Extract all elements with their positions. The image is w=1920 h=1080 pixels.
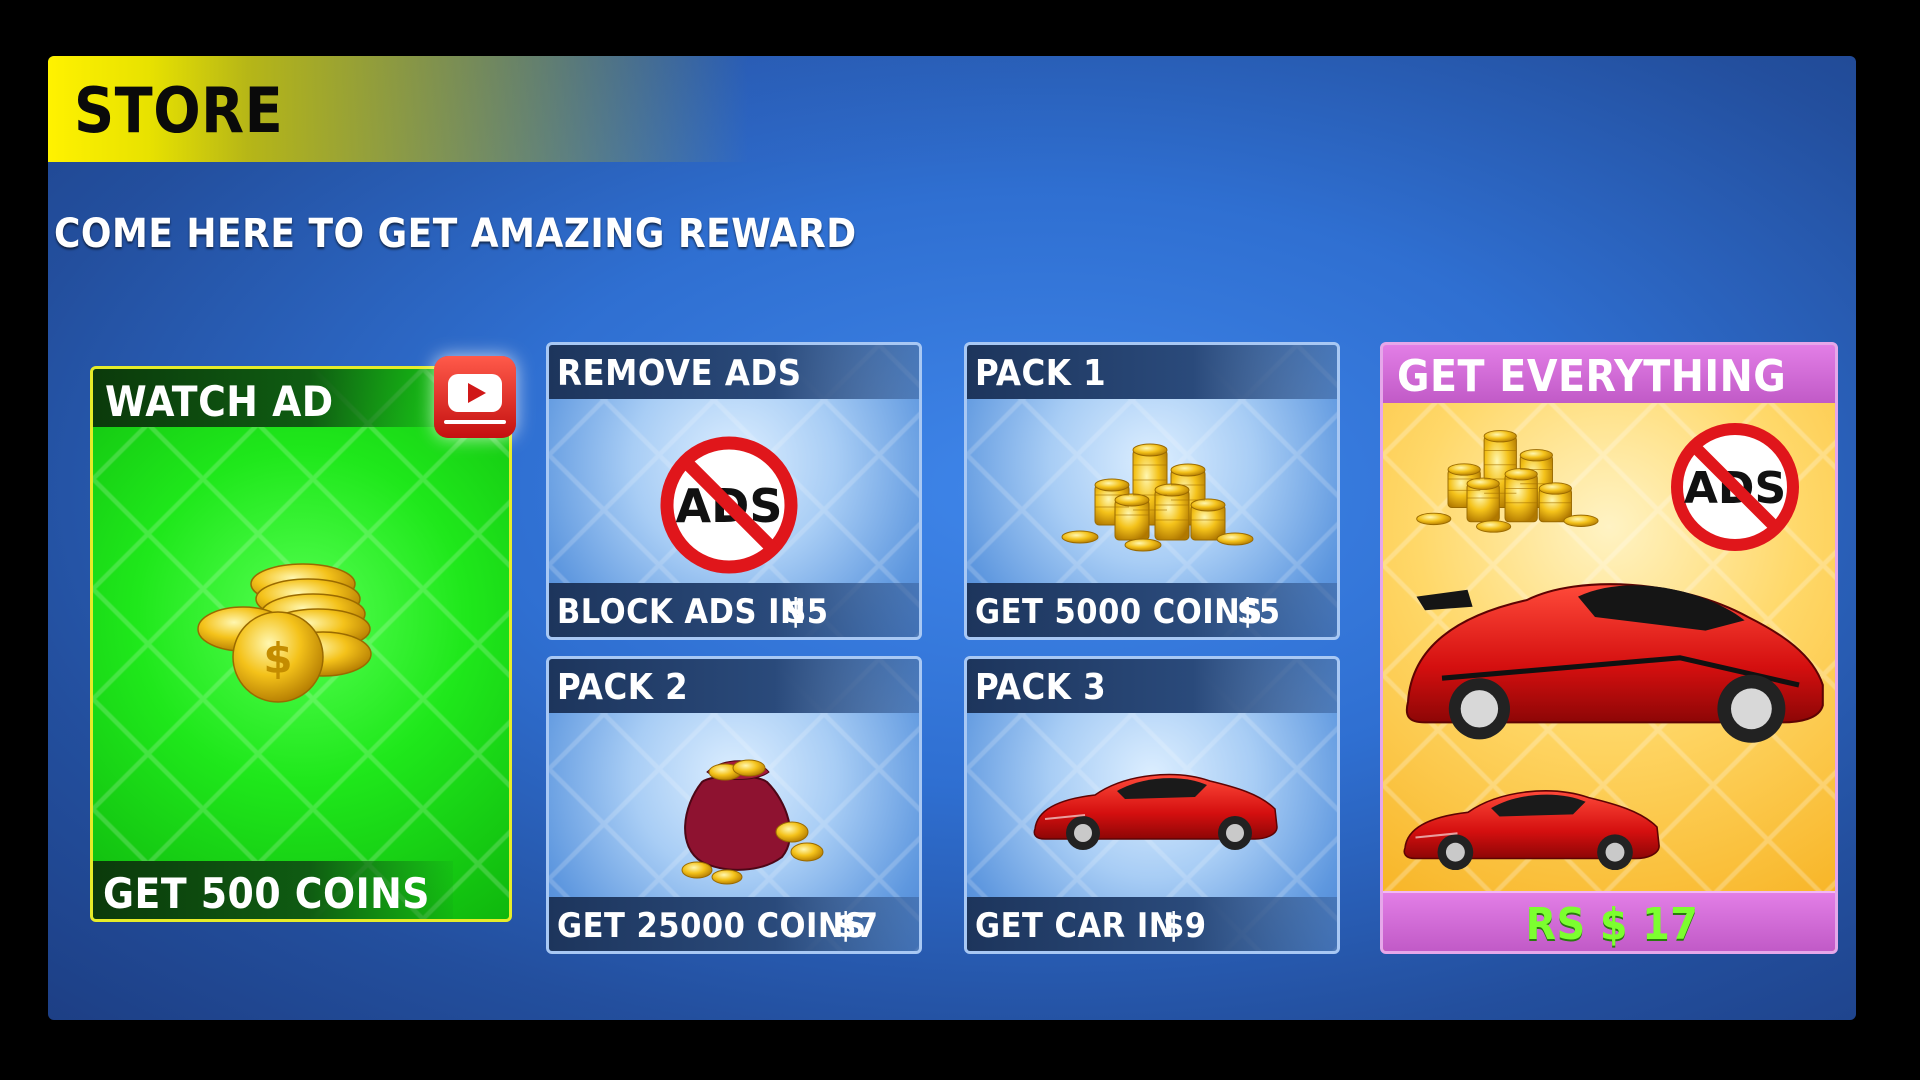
page-title: STORE — [74, 74, 284, 147]
everything-title: GET EVERYTHING — [1397, 351, 1787, 402]
pack2-card[interactable]: PACK 2 GET 25000 COINS $7 — [546, 656, 922, 954]
pack2-footer: GET 25000 COINS $7 — [549, 897, 919, 951]
pack1-title: PACK 1 — [975, 353, 1107, 394]
pack3-footer: GET CAR IN $9 — [967, 897, 1337, 951]
red-car-icon — [1033, 773, 1278, 851]
remove-ads-footer: BLOCK ADS IN $5 — [549, 583, 919, 637]
everything-header: GET EVERYTHING — [1383, 345, 1835, 403]
youtube-play-icon[interactable] — [434, 356, 516, 438]
pack1-label: GET 5000 COINS — [975, 592, 1263, 632]
watch-ad-title: WATCH AD — [105, 377, 334, 426]
watch-ad-header: WATCH AD — [93, 369, 453, 427]
remove-ads-card[interactable]: REMOVE ADS ADS BLOCK ADS IN $5 — [546, 342, 922, 640]
store-panel: STORE COME HERE TO GET AMAZING REWARD WA… — [48, 56, 1856, 1020]
pack3-price: $9 — [1163, 906, 1207, 946]
coin-bag-icon — [681, 759, 824, 885]
watch-ad-card[interactable]: WATCH AD $ GET 500 COINS — [90, 366, 512, 922]
get-everything-card[interactable]: GET EVERYTHING ADS RS — [1380, 342, 1838, 954]
remove-ads-title: REMOVE ADS — [557, 353, 802, 394]
pack2-title: PACK 2 — [557, 667, 689, 708]
remove-ads-header: REMOVE ADS — [549, 345, 919, 399]
coins-icon: $ — [197, 563, 372, 703]
sports-car-icon — [1405, 583, 1824, 743]
everything-price: RS $ 17 — [1525, 899, 1699, 950]
watch-ad-footer: GET 500 COINS — [93, 861, 453, 919]
pack3-title: PACK 3 — [975, 667, 1107, 708]
pack3-card[interactable]: PACK 3 GET CAR IN $9 — [964, 656, 1340, 954]
pack2-label: GET 25000 COINS — [557, 906, 867, 946]
pack1-card[interactable]: PACK 1 GET 5000 COINS $5 — [964, 342, 1340, 640]
pack1-footer: GET 5000 COINS $5 — [967, 583, 1337, 637]
no-ads-icon: ADS — [660, 436, 798, 574]
svg-text:$: $ — [263, 634, 292, 683]
coin-pile-icon — [1416, 430, 1599, 533]
pack2-price: $7 — [835, 906, 879, 946]
pack2-header: PACK 2 — [549, 659, 919, 713]
remove-ads-price: $5 — [785, 592, 829, 632]
pack3-header: PACK 3 — [967, 659, 1337, 713]
watch-ad-reward: GET 500 COINS — [103, 869, 430, 918]
everything-footer: RS $ 17 — [1383, 891, 1835, 951]
coin-pile-icon — [1061, 443, 1254, 552]
pack1-price: $5 — [1237, 592, 1281, 632]
red-car-icon — [1403, 789, 1661, 872]
pack3-label: GET CAR IN — [975, 906, 1175, 946]
no-ads-icon: ADS — [1671, 423, 1799, 551]
pack1-header: PACK 1 — [967, 345, 1337, 399]
remove-ads-label: BLOCK ADS IN — [557, 592, 807, 632]
store-subtitle: COME HERE TO GET AMAZING REWARD — [54, 211, 857, 257]
